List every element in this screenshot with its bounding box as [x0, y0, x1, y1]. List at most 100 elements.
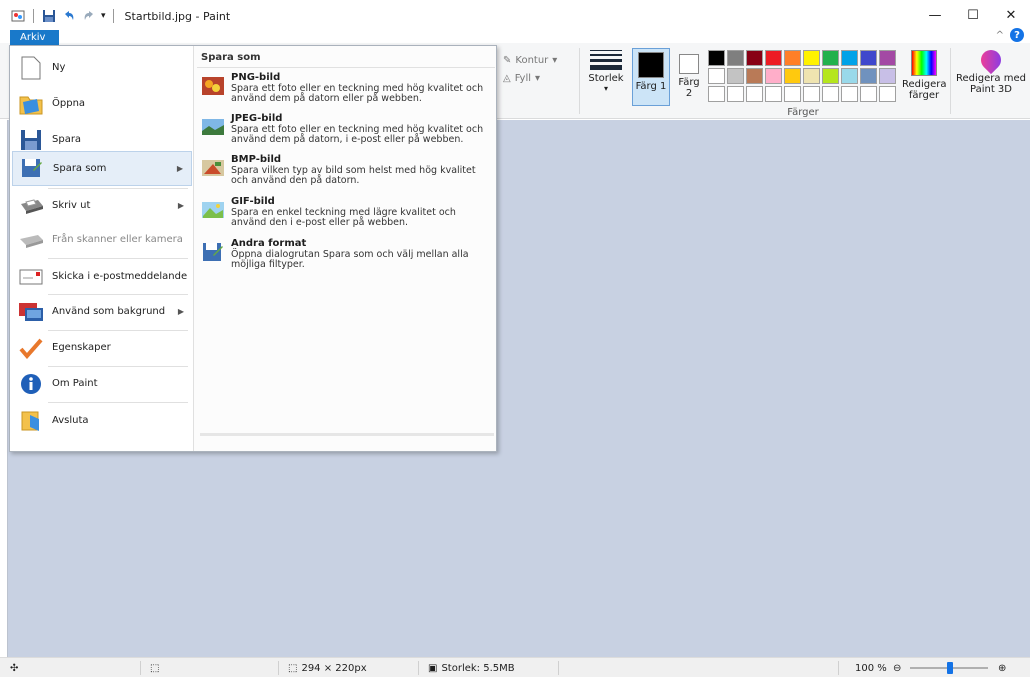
menu-item-email[interactable]: Skicka i e-postmeddelande	[12, 259, 192, 294]
selection-size: ⬚	[150, 658, 159, 678]
zoom-slider-thumb[interactable]	[947, 662, 953, 674]
submenu-arrow-icon: ▶	[177, 201, 184, 210]
edit-with-paint3d-button[interactable]: Redigera med Paint 3D	[956, 45, 1026, 95]
colors-group-label: Färger	[787, 107, 819, 118]
save-as-png-text: PNG-bild Spara ett foto eller en tecknin…	[231, 72, 493, 112]
palette-color-swatch[interactable]	[746, 86, 763, 102]
palette-color-swatch[interactable]	[822, 68, 839, 84]
paint-app-icon[interactable]	[10, 8, 26, 24]
palette-color-swatch[interactable]	[860, 50, 877, 66]
collapse-ribbon-icon[interactable]: ^	[996, 30, 1004, 41]
palette-color-swatch[interactable]	[784, 50, 801, 66]
palette-color-swatch[interactable]	[727, 86, 744, 102]
submenu-arrow-icon: ▶	[176, 164, 183, 173]
info-icon	[18, 371, 44, 397]
close-button[interactable]: ✕	[992, 0, 1030, 30]
save-icon	[18, 127, 44, 153]
save-as-gif-desc: Spara en enkel teckning med lägre kvalit…	[231, 207, 456, 228]
zoom-level-text: 100 %	[855, 662, 887, 674]
minimize-button[interactable]: —	[916, 0, 954, 30]
chevron-down-icon: ▾	[552, 54, 558, 66]
pencil-outline-icon: ✎	[503, 54, 512, 66]
exit-icon	[18, 408, 44, 434]
save-as-png-desc: Spara ett foto eller en teckning med hög…	[231, 83, 484, 104]
color-palette	[708, 50, 896, 102]
menu-item-label: Från skanner eller kamera	[52, 234, 183, 245]
menu-item-new[interactable]: Ny	[12, 50, 192, 85]
paint3d-label: Redigera med Paint 3D	[956, 73, 1026, 95]
status-divider	[838, 661, 839, 675]
palette-color-swatch[interactable]	[822, 86, 839, 102]
menu-item-set-background[interactable]: Använd som bakgrund ▶	[12, 294, 192, 329]
redo-icon[interactable]	[81, 8, 97, 24]
palette-color-swatch[interactable]	[841, 68, 858, 84]
edit-colors-button[interactable]: Redigera färger	[902, 50, 947, 101]
save-as-jpeg[interactable]: JPEG-bild Spara ett foto eller en teckni…	[201, 113, 493, 153]
help-icon[interactable]: ?	[1010, 28, 1024, 42]
menu-item-about[interactable]: Om Paint	[12, 366, 192, 401]
image-dimensions: ⬚ 294 × 220px	[288, 658, 367, 678]
move-cursor-icon: ✣	[10, 662, 19, 674]
palette-color-swatch[interactable]	[803, 68, 820, 84]
menu-item-properties[interactable]: Egenskaper	[12, 330, 192, 365]
palette-color-swatch[interactable]	[841, 86, 858, 102]
palette-color-swatch[interactable]	[822, 50, 839, 66]
file-size: ▣ Storlek: 5.5MB	[428, 658, 515, 678]
zoom-in-button[interactable]: ⊕	[998, 658, 1006, 678]
email-icon	[18, 264, 44, 290]
palette-color-swatch[interactable]	[841, 50, 858, 66]
save-icon[interactable]	[41, 8, 57, 24]
size-button[interactable]: Storlek ▾	[586, 50, 626, 93]
save-as-gif[interactable]: GIF-bild Spara en enkel teckning med läg…	[201, 196, 493, 236]
window-title: Startbild.jpg - Paint	[124, 9, 231, 23]
color2-button[interactable]: Färg 2	[674, 48, 704, 106]
save-as-png[interactable]: PNG-bild Spara ett foto eller en tecknin…	[201, 72, 493, 112]
qat-customize-icon[interactable]: ▾	[101, 11, 106, 21]
palette-color-swatch[interactable]	[765, 86, 782, 102]
palette-color-swatch[interactable]	[727, 68, 744, 84]
menu-item-label: Skicka i e-postmeddelande	[52, 271, 188, 282]
fill-dropdown[interactable]: ◬ Fyll ▾	[503, 69, 573, 87]
save-as-bmp-title: BMP-bild	[231, 154, 282, 165]
maximize-button[interactable]: ☐	[954, 0, 992, 30]
submenu-scrollbar[interactable]	[200, 433, 494, 436]
palette-color-swatch[interactable]	[708, 50, 725, 66]
save-as-icon	[19, 156, 45, 182]
file-tab[interactable]: Arkiv	[10, 30, 59, 45]
palette-color-swatch[interactable]	[860, 68, 877, 84]
palette-color-swatch[interactable]	[784, 68, 801, 84]
palette-color-swatch[interactable]	[879, 68, 896, 84]
palette-color-swatch[interactable]	[879, 50, 896, 66]
palette-color-swatch[interactable]	[765, 50, 782, 66]
menu-item-label: Använd som bakgrund	[52, 306, 166, 317]
menu-item-label: Egenskaper	[52, 342, 111, 353]
palette-color-swatch[interactable]	[860, 86, 877, 102]
save-as-other-formats[interactable]: Andra format Öppna dialogrutan Spara som…	[201, 238, 493, 278]
png-image-icon	[202, 77, 224, 95]
window-controls: — ☐ ✕	[916, 0, 1030, 30]
menu-item-open[interactable]: Öppna	[12, 86, 192, 121]
menu-item-save-as[interactable]: Spara som ▶	[12, 151, 192, 186]
bmp-image-icon	[202, 160, 224, 176]
save-as-bmp[interactable]: BMP-bild Spara vilken typ av bild som he…	[201, 154, 493, 194]
palette-color-swatch[interactable]	[727, 50, 744, 66]
palette-color-swatch[interactable]	[784, 86, 801, 102]
zoom-out-button[interactable]: ⊖	[893, 658, 901, 678]
undo-icon[interactable]	[61, 8, 77, 24]
palette-color-swatch[interactable]	[708, 86, 725, 102]
palette-color-swatch[interactable]	[746, 50, 763, 66]
palette-color-swatch[interactable]	[765, 68, 782, 84]
palette-color-swatch[interactable]	[879, 86, 896, 102]
palette-color-swatch[interactable]	[746, 68, 763, 84]
palette-color-swatch[interactable]	[803, 50, 820, 66]
palette-color-swatch[interactable]	[708, 68, 725, 84]
menu-item-print[interactable]: Skriv ut ▶	[12, 188, 192, 223]
color1-button[interactable]: Färg 1	[632, 48, 670, 106]
menu-item-exit[interactable]: Avsluta	[12, 403, 192, 438]
fill-label: Fyll	[514, 72, 532, 84]
palette-color-swatch[interactable]	[803, 86, 820, 102]
menu-item-label: Spara som	[53, 163, 107, 174]
save-as-submenu: Spara som PNG-bild Spara ett foto eller …	[195, 46, 497, 436]
contour-dropdown[interactable]: ✎ Kontur ▾	[503, 51, 573, 69]
ribbon-divider	[950, 48, 951, 114]
